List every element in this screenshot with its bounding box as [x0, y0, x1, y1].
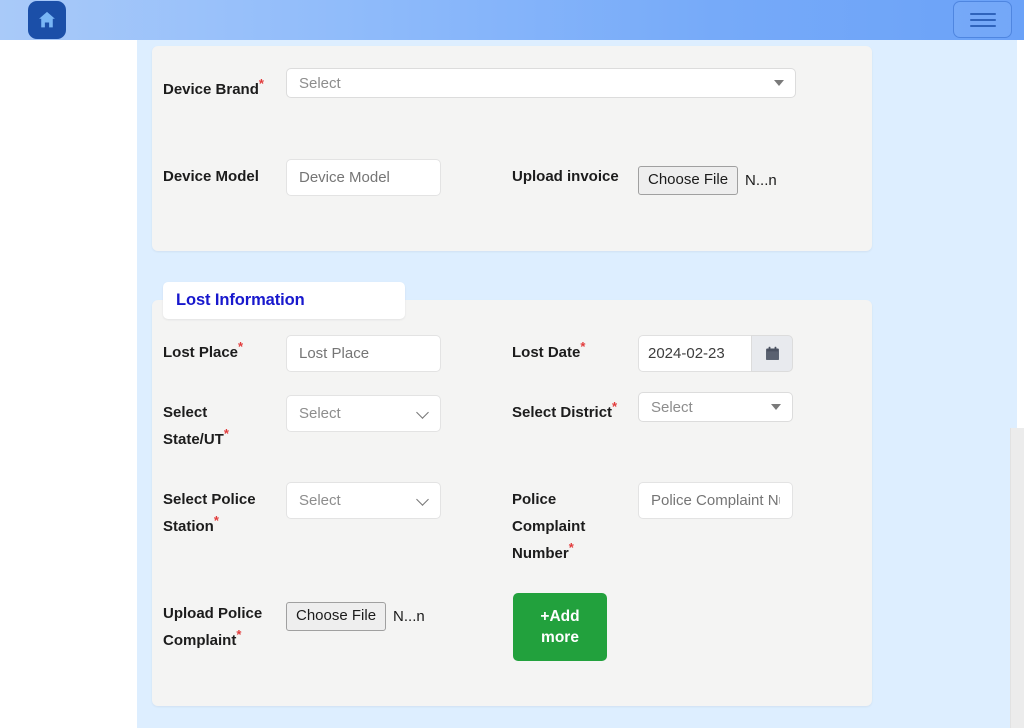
select-state-ut-value: Select	[299, 405, 341, 422]
hamburger-menu-icon[interactable]	[953, 1, 1012, 38]
input-lost-place[interactable]	[286, 335, 441, 372]
lost-information-card: Lost Place* Lost Date* 2024-02-23 Select…	[152, 300, 872, 706]
triangle-down-icon	[774, 80, 784, 86]
select-state-ut[interactable]: Select	[286, 395, 441, 432]
add-more-button[interactable]: +Add more	[513, 593, 607, 661]
home-icon[interactable]	[28, 1, 66, 39]
label-district-text: Select District	[512, 404, 613, 421]
label-upload-complaint: Upload Police Complaint*	[163, 600, 278, 654]
label-device-brand: Device Brand*	[163, 76, 283, 103]
label-device-model: Device Model	[163, 163, 283, 190]
required-marker: *	[213, 513, 219, 528]
label-district: Select District*	[512, 399, 622, 426]
calendar-icon[interactable]	[751, 335, 793, 372]
label-police-station: Select Police Station*	[163, 486, 273, 540]
select-district-value: Select	[651, 398, 693, 416]
select-device-brand-value: Select	[299, 74, 341, 92]
choose-file-button-invoice[interactable]: Choose File	[638, 166, 739, 195]
label-upload-invoice-text: Upload invoice	[512, 168, 619, 185]
chevron-down-icon	[416, 492, 429, 506]
required-marker: *	[580, 339, 586, 354]
app-root: Device Brand* Select Device Model Upload…	[0, 0, 1024, 728]
date-picker-lost-date[interactable]: 2024-02-23	[638, 335, 793, 372]
label-lost-place: Lost Place*	[163, 339, 283, 366]
file-upload-invoice[interactable]: Choose File N...n	[638, 166, 777, 195]
device-details-card: Device Brand* Select Device Model Upload…	[152, 46, 872, 251]
label-upload-complaint-text: Upload Police Complaint	[163, 605, 263, 649]
choose-file-button-complaint[interactable]: Choose File	[286, 602, 387, 631]
app-header	[0, 0, 1024, 40]
required-marker: *	[223, 426, 229, 441]
select-district[interactable]: Select	[638, 392, 793, 422]
label-state-ut: Select State/UT*	[163, 399, 273, 453]
menu-bar-3	[969, 24, 996, 27]
select-police-station[interactable]: Select	[286, 482, 441, 519]
label-state-ut-text: Select State/UT	[163, 404, 224, 448]
menu-bar-2	[969, 18, 996, 21]
select-device-brand[interactable]: Select	[286, 68, 796, 98]
triangle-down-icon	[771, 404, 781, 410]
input-complaint-number[interactable]	[638, 482, 793, 519]
required-marker: *	[236, 627, 242, 642]
file-upload-police-complaint[interactable]: Choose File N...n	[286, 602, 425, 631]
file-name-complaint: N...n	[393, 608, 425, 625]
required-marker: *	[238, 339, 244, 354]
vertical-scrollbar[interactable]	[1010, 428, 1024, 728]
label-complaint-number: Police Complaint Number*	[512, 486, 627, 567]
select-police-station-value: Select	[299, 492, 341, 509]
label-complaint-number-text: Police Complaint Number	[512, 491, 586, 562]
left-gutter	[0, 40, 137, 728]
label-police-station-text: Select Police Station	[163, 491, 256, 535]
label-upload-invoice: Upload invoice	[512, 163, 622, 190]
input-device-model[interactable]	[286, 159, 441, 196]
input-lost-date[interactable]: 2024-02-23	[638, 335, 751, 372]
file-name-invoice: N...n	[745, 172, 777, 189]
lost-information-tab[interactable]: Lost Information	[163, 282, 405, 319]
label-device-brand-text: Device Brand	[163, 81, 259, 98]
label-lost-place-text: Lost Place	[163, 344, 239, 361]
chevron-down-icon	[416, 405, 429, 419]
label-lost-date: Lost Date*	[512, 339, 632, 366]
required-marker: *	[568, 540, 574, 555]
required-marker: *	[258, 76, 264, 91]
label-lost-date-text: Lost Date	[512, 344, 581, 361]
lost-information-tab-label: Lost Information	[176, 291, 305, 309]
required-marker: *	[612, 399, 618, 414]
menu-bar-1	[969, 12, 996, 15]
label-device-model-text: Device Model	[163, 168, 259, 185]
